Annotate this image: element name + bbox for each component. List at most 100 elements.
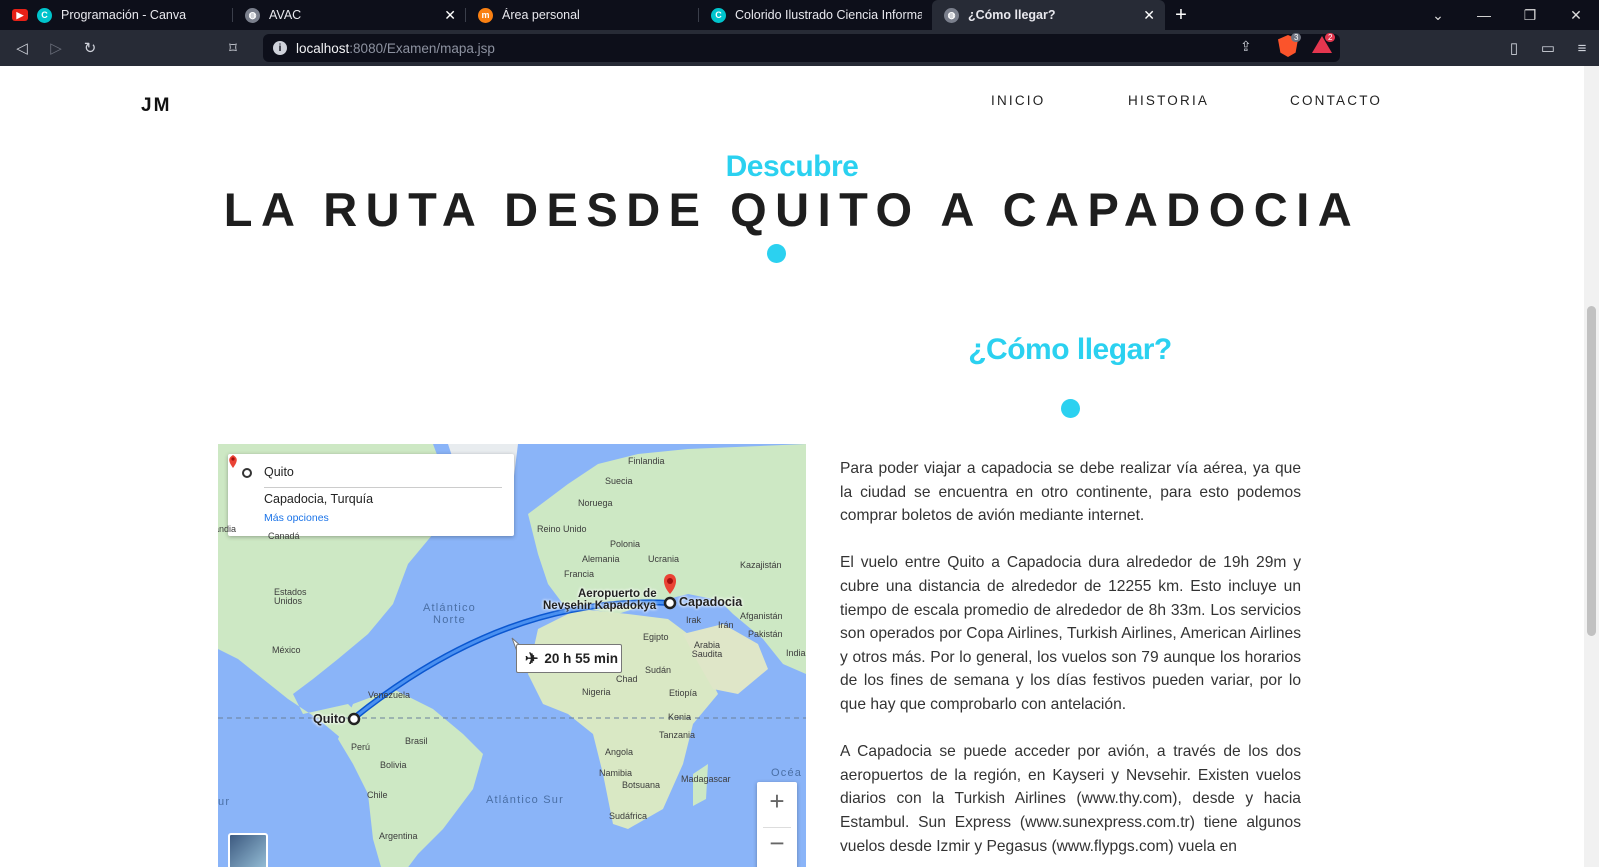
paragraph: El vuelo entre Quito a Capadocia dura al… [840, 554, 1301, 713]
airplane-icon: ✈ [525, 650, 539, 668]
site-logo[interactable]: JM [141, 95, 171, 117]
globe-icon: ◍ [245, 7, 260, 23]
forward-icon[interactable]: ▷ [39, 33, 73, 63]
route-map[interactable]: Quito Capadocia, Turquía Más opciones an… [218, 444, 806, 867]
map-label: India [786, 648, 806, 658]
map-label: Bolivia [380, 760, 407, 770]
nav-historia[interactable]: HISTORIA [1128, 93, 1209, 108]
web-page: JM INICIO HISTORIA CONTACTO Descubre LA … [0, 66, 1584, 867]
destination-pin-icon [229, 455, 237, 468]
close-tab-icon[interactable]: ✕ [1143, 7, 1155, 24]
airport-label-line1: Aeropuerto de [578, 588, 657, 600]
close-window-icon[interactable]: ✕ [1553, 0, 1599, 30]
ocean-label-north: Atlántico Norte [423, 602, 476, 626]
back-icon[interactable]: ◁ [5, 33, 39, 63]
tab-title: Programación - Canva [61, 8, 187, 22]
origin-text[interactable]: Quito [264, 465, 294, 479]
ocean-label-pacific: ur [218, 796, 231, 808]
map-label: Ucrania [648, 554, 680, 564]
map-label: Madagascar [681, 774, 731, 784]
map-label: Reino Unido [537, 524, 587, 534]
map-label: Chad [616, 674, 638, 684]
minimize-icon[interactable]: — [1461, 0, 1507, 30]
map-label: México [272, 645, 301, 655]
decorative-dot [1061, 399, 1080, 418]
page-scrollbar[interactable] [1584, 66, 1599, 867]
tab-title: Área personal [502, 8, 580, 22]
map-label: Arabia Saudita [691, 640, 723, 659]
url-host: localhost [296, 40, 350, 56]
url-path: :8080/Examen/mapa.jsp [349, 40, 495, 56]
destination-text[interactable]: Capadocia, Turquía [264, 492, 373, 506]
toolbar-right: ▯ ▭ ≡ [1497, 30, 1599, 66]
section-title: ¿Cómo llegar? [968, 333, 1172, 366]
city-capadocia: Capadocia [679, 595, 743, 609]
map-label: Irak [686, 615, 702, 625]
map-label: Suecia [605, 476, 633, 486]
map-label: Venezuela [368, 690, 411, 700]
map-label: Sudán [645, 665, 672, 675]
window-controls: ⌄ — ❐ ✕ [1415, 0, 1599, 30]
airport-label-line2: Nevşehir Kapadokya [543, 600, 657, 612]
map-label: Pakistán [748, 629, 783, 639]
tab-avac[interactable]: ◍ AVAC ✕ [233, 0, 466, 30]
ocean-label-indian: Océa [771, 767, 803, 779]
map-label: Namibia [599, 768, 633, 778]
map-label: Chile [367, 790, 388, 800]
map-label: Egipto [643, 632, 669, 642]
map-label: Kazajistán [740, 560, 782, 570]
share-icon[interactable]: ⇪ [1240, 38, 1252, 55]
divider [264, 487, 502, 488]
map-label: Argentina [379, 831, 418, 841]
map-label: andia [218, 524, 237, 534]
zoom-out-button[interactable]: − [757, 828, 797, 859]
canva-icon: C [37, 7, 52, 23]
map-label: Canadá [268, 531, 300, 541]
zoom-controls: + − [757, 782, 797, 867]
menu-icon[interactable]: ≡ [1565, 40, 1599, 57]
new-tab-button[interactable]: + [1165, 0, 1197, 30]
map-label: Alemania [582, 554, 620, 564]
sidebar-icon[interactable]: ▯ [1497, 39, 1531, 57]
map-label: Noruega [578, 498, 613, 508]
scrollbar-thumb[interactable] [1587, 306, 1596, 636]
canva-icon: C [711, 7, 726, 23]
map-label: Sudáfrica [609, 811, 648, 821]
close-tab-icon[interactable]: ✕ [444, 7, 456, 24]
tab-colorido-ilustrado[interactable]: C Colorido Ilustrado Ciencia Información [699, 0, 932, 30]
globe-icon: ◍ [944, 7, 959, 23]
map-layers-button[interactable] [228, 833, 268, 867]
site-info-icon[interactable]: i [273, 41, 287, 55]
origin-circle-icon [242, 468, 252, 478]
reload-icon[interactable]: ↻ [73, 33, 107, 63]
tab-programacion-canva[interactable]: ▶ C Programación - Canva [0, 0, 233, 30]
tab-title: ¿Cómo llegar? [968, 8, 1056, 22]
map-label: Kenia [668, 712, 692, 722]
more-options-link[interactable]: Más opciones [264, 512, 329, 524]
ocean-label-south: Atlántico Sur [486, 794, 564, 806]
youtube-icon: ▶ [12, 9, 28, 21]
nav-inicio[interactable]: INICIO [991, 93, 1045, 108]
directions-card[interactable]: Quito Capadocia, Turquía Más opciones [228, 454, 514, 536]
nav-contacto[interactable]: CONTACTO [1290, 93, 1382, 108]
zoom-in-button[interactable]: + [757, 786, 797, 817]
tab-title: Colorido Ilustrado Ciencia Información [735, 8, 922, 22]
moodle-icon: m [478, 7, 493, 23]
map-label: Brasil [405, 736, 428, 746]
restore-icon[interactable]: ❐ [1507, 0, 1553, 30]
tab-list-icon[interactable]: ⌄ [1415, 0, 1461, 30]
tab-como-llegar[interactable]: ◍ ¿Cómo llegar? ✕ [932, 0, 1165, 30]
flight-duration: 20 h 55 min [544, 651, 618, 666]
address-bar[interactable]: i localhost:8080/Examen/mapa.jsp [263, 34, 1340, 62]
map-label: Francia [564, 569, 595, 579]
map-label: Angola [605, 747, 634, 757]
bookmark-icon[interactable]: ⌑ [216, 33, 250, 63]
map-label: Etiopía [669, 688, 698, 698]
paragraph: Para poder viajar a capadocia se debe re… [840, 460, 1301, 525]
tab-area-personal[interactable]: m Área personal [466, 0, 699, 30]
map-label: Perú [351, 742, 371, 752]
map-label: Estados Unidos [274, 587, 307, 606]
wallet-icon[interactable]: ▭ [1531, 39, 1565, 57]
flight-duration-box[interactable]: ✈ 20 h 55 min [516, 644, 622, 673]
tab-title: AVAC [269, 8, 302, 22]
